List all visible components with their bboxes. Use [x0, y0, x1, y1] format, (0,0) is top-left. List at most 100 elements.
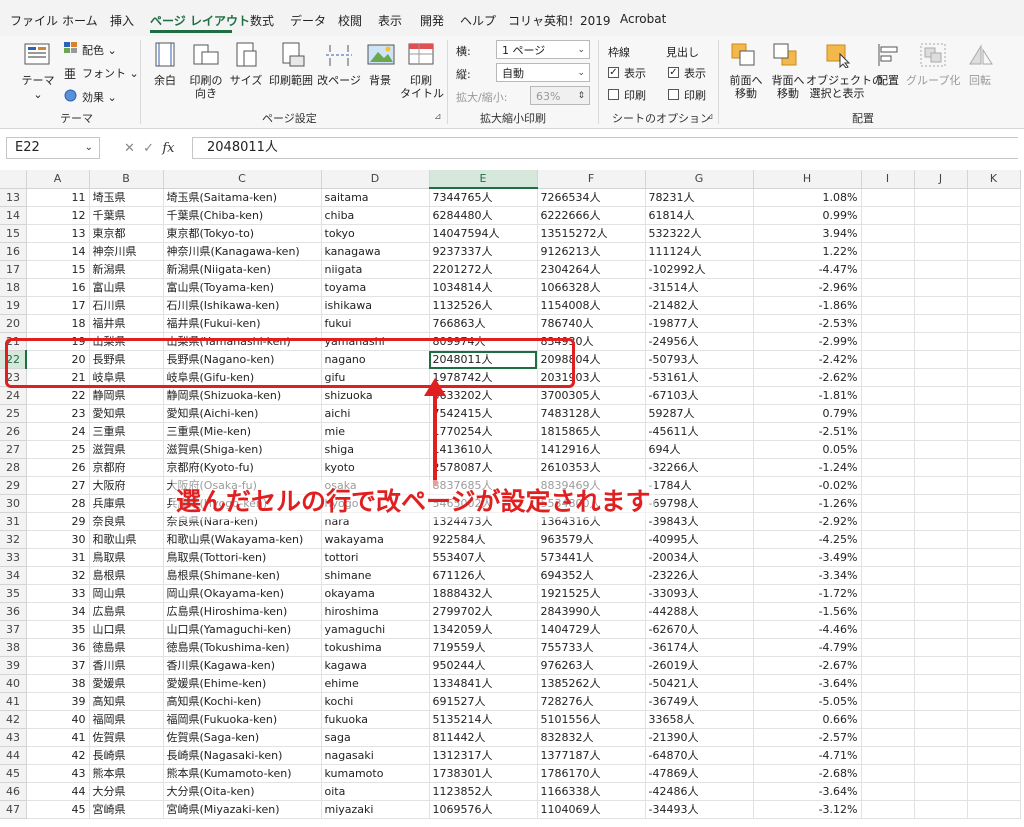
cell-empty[interactable] — [914, 692, 968, 711]
breaks-button[interactable]: 改ページ — [316, 74, 362, 87]
cell-a[interactable]: 16 — [26, 278, 90, 297]
cell-d[interactable]: oita — [321, 782, 430, 801]
cell-empty[interactable] — [967, 800, 1021, 819]
cell-g[interactable]: -32266人 — [645, 458, 754, 477]
cell-a[interactable]: 13 — [26, 224, 90, 243]
cell-empty[interactable] — [861, 188, 915, 207]
cell-d[interactable]: tottori — [321, 548, 430, 567]
cell-a[interactable]: 25 — [26, 440, 90, 459]
height-select[interactable]: 自動 ⌄ — [496, 63, 590, 82]
cell-a[interactable]: 43 — [26, 764, 90, 783]
cell-g[interactable]: -102992人 — [645, 260, 754, 279]
cell-g[interactable]: -34493人 — [645, 800, 754, 819]
cell-b[interactable]: 長野県 — [89, 350, 164, 369]
row-header[interactable]: 25 — [0, 404, 27, 423]
cell-c[interactable]: 岐阜県(Gifu-ken) — [163, 368, 322, 387]
cell-a[interactable]: 28 — [26, 494, 90, 513]
cell-empty[interactable] — [914, 404, 968, 423]
cell-d[interactable]: toyama — [321, 278, 430, 297]
cell-e[interactable]: 1770254人 — [429, 422, 538, 441]
cell-empty[interactable] — [967, 440, 1021, 459]
cell-b[interactable]: 京都府 — [89, 458, 164, 477]
cell-e[interactable]: 766863人 — [429, 314, 538, 333]
cell-b[interactable]: 岡山県 — [89, 584, 164, 603]
cell-g[interactable]: -21482人 — [645, 296, 754, 315]
cell-f[interactable]: 1154008人 — [537, 296, 646, 315]
scale-input[interactable]: 63% ⇕ — [530, 86, 590, 105]
cell-f[interactable]: 2098804人 — [537, 350, 646, 369]
cell-b[interactable]: 和歌山県 — [89, 530, 164, 549]
cell-empty[interactable] — [861, 350, 915, 369]
gridlines-view-checkbox[interactable]: ✓ — [608, 67, 619, 78]
row-header[interactable]: 36 — [0, 602, 27, 621]
menu-tab-8[interactable]: 表示 — [378, 12, 402, 29]
check-icon[interactable]: ✓ — [143, 141, 154, 156]
cell-a[interactable]: 18 — [26, 314, 90, 333]
row-header[interactable]: 15 — [0, 224, 27, 243]
cell-empty[interactable] — [967, 674, 1021, 693]
cell-empty[interactable] — [861, 368, 915, 387]
cell-f[interactable]: 694352人 — [537, 566, 646, 585]
cell-empty[interactable] — [914, 332, 968, 351]
column-header-B[interactable]: B — [89, 170, 164, 189]
dialog-launcher-icon[interactable]: ⊿ — [706, 112, 714, 122]
cell-h[interactable]: -1.86% — [753, 296, 862, 315]
cell-g[interactable]: -23226人 — [645, 566, 754, 585]
menu-tab-7[interactable]: 校閲 — [338, 12, 362, 29]
row-header[interactable]: 31 — [0, 512, 27, 531]
cell-b[interactable]: 三重県 — [89, 422, 164, 441]
column-header-I[interactable]: I — [861, 170, 915, 189]
cell-c[interactable]: 京都府(Kyoto-fu) — [163, 458, 322, 477]
cell-empty[interactable] — [861, 512, 915, 531]
row-header[interactable]: 44 — [0, 746, 27, 765]
cell-g[interactable]: -42486人 — [645, 782, 754, 801]
row-header[interactable]: 27 — [0, 440, 27, 459]
cell-c[interactable]: 石川県(Ishikawa-ken) — [163, 296, 322, 315]
cell-empty[interactable] — [967, 206, 1021, 225]
cell-b[interactable]: 静岡県 — [89, 386, 164, 405]
background-button[interactable]: 背景 — [362, 74, 398, 87]
cell-empty[interactable] — [914, 674, 968, 693]
cell-g[interactable]: 694人 — [645, 440, 754, 459]
cell-e[interactable]: 1334841人 — [429, 674, 538, 693]
cell-empty[interactable] — [914, 566, 968, 585]
cell-e[interactable]: 9237337人 — [429, 242, 538, 261]
cell-e[interactable]: 2048011人 — [429, 350, 538, 369]
cell-a[interactable]: 24 — [26, 422, 90, 441]
cell-d[interactable]: miyazaki — [321, 800, 430, 819]
cell-empty[interactable] — [914, 476, 968, 495]
cell-f[interactable]: 728276人 — [537, 692, 646, 711]
row-header[interactable]: 20 — [0, 314, 27, 333]
cell-h[interactable]: -4.71% — [753, 746, 862, 765]
cell-h[interactable]: -2.92% — [753, 512, 862, 531]
cell-b[interactable]: 奈良県 — [89, 512, 164, 531]
cell-h[interactable]: -2.62% — [753, 368, 862, 387]
cell-g[interactable]: -69798人 — [645, 494, 754, 513]
cell-empty[interactable] — [861, 746, 915, 765]
cell-empty[interactable] — [861, 386, 915, 405]
cell-a[interactable]: 21 — [26, 368, 90, 387]
cell-h[interactable]: 0.66% — [753, 710, 862, 729]
cell-h[interactable]: -4.79% — [753, 638, 862, 657]
cell-b[interactable]: 山梨県 — [89, 332, 164, 351]
cell-e[interactable]: 671126人 — [429, 566, 538, 585]
cell-g[interactable]: -21390人 — [645, 728, 754, 747]
row-header[interactable]: 45 — [0, 764, 27, 783]
cell-empty[interactable] — [914, 440, 968, 459]
cell-c[interactable]: 大分県(Oita-ken) — [163, 782, 322, 801]
row-header[interactable]: 34 — [0, 566, 27, 585]
cell-g[interactable]: -33093人 — [645, 584, 754, 603]
cell-h[interactable]: -1.72% — [753, 584, 862, 603]
menu-tab-5[interactable]: 数式 — [250, 12, 274, 29]
cell-b[interactable]: 宮崎県 — [89, 800, 164, 819]
cell-d[interactable]: okayama — [321, 584, 430, 603]
cell-empty[interactable] — [914, 800, 968, 819]
menu-tab-10[interactable]: ヘルプ — [460, 12, 496, 29]
cell-a[interactable]: 22 — [26, 386, 90, 405]
cell-e[interactable]: 6284480人 — [429, 206, 538, 225]
cell-a[interactable]: 15 — [26, 260, 90, 279]
cell-empty[interactable] — [967, 476, 1021, 495]
cell-f[interactable]: 1786170人 — [537, 764, 646, 783]
cell-c[interactable]: 新潟県(Niigata-ken) — [163, 260, 322, 279]
row-header[interactable]: 13 — [0, 188, 27, 207]
